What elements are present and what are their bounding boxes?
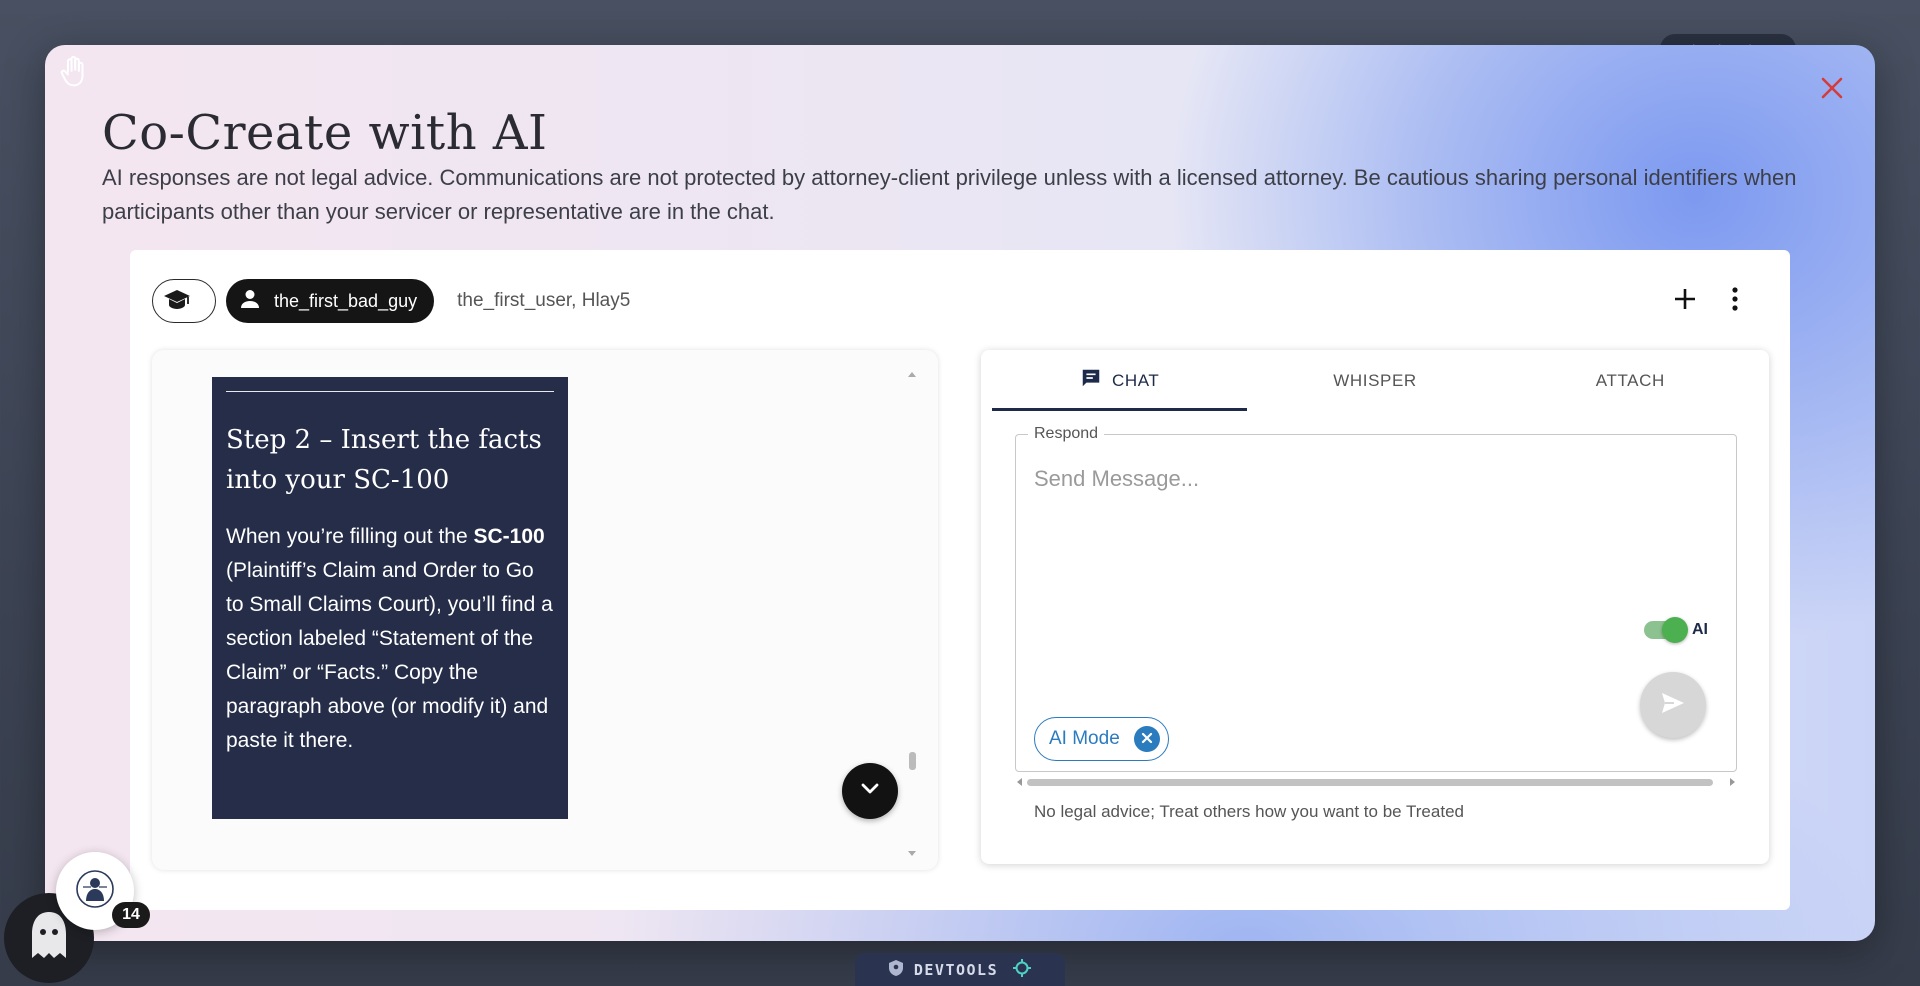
more-vertical-icon bbox=[1731, 286, 1739, 316]
lady-justice-logo-icon bbox=[75, 869, 115, 914]
tab-chat[interactable]: CHAT bbox=[992, 350, 1248, 411]
more-options-button[interactable] bbox=[1720, 286, 1750, 316]
mode-toggle-button[interactable] bbox=[152, 279, 216, 323]
send-button[interactable] bbox=[1640, 672, 1706, 738]
tab-attach-label: ATTACH bbox=[1595, 370, 1665, 390]
user-chip-label: the_first_bad_guy bbox=[274, 290, 418, 311]
co-create-modal: Co-Create with AI AI responses are not l… bbox=[45, 45, 1875, 941]
ai-mode-chip-label: AI Mode bbox=[1049, 728, 1120, 749]
composer-panel: CHAT WHISPER ATTACH Respond AI bbox=[981, 350, 1769, 864]
composer-tabs: CHAT WHISPER ATTACH bbox=[992, 350, 1758, 411]
ai-message-card: Step 2 – Insert the facts into your SC-1… bbox=[212, 377, 568, 819]
participants-list: the_first_user, Hlay5 bbox=[457, 290, 631, 311]
devtools-toggle[interactable]: DEVTOOLS bbox=[855, 953, 1065, 986]
conversation-panel[interactable]: Step 2 – Insert the facts into your SC-1… bbox=[152, 350, 938, 870]
chat-icon bbox=[1080, 367, 1112, 394]
close-button[interactable] bbox=[1815, 73, 1849, 107]
scroll-down-arrow[interactable] bbox=[908, 851, 916, 856]
tab-chat-label: CHAT bbox=[1111, 370, 1160, 390]
devtools-label: DEVTOOLS bbox=[913, 961, 999, 979]
scroll-to-bottom-button[interactable] bbox=[842, 763, 898, 819]
ai-toggle-knob[interactable] bbox=[1662, 617, 1688, 643]
close-icon bbox=[1141, 728, 1153, 750]
message-divider bbox=[226, 391, 554, 392]
horizontal-scrollbar[interactable] bbox=[1015, 775, 1737, 789]
legal-disclaimer: AI responses are not legal advice. Commu… bbox=[102, 165, 1797, 224]
composer-footer-note: No legal advice; Treat others how you wa… bbox=[1034, 802, 1464, 821]
chevron-down-icon bbox=[860, 782, 880, 801]
current-user-chip[interactable]: the_first_bad_guy bbox=[226, 279, 435, 323]
ai-toggle-label: AI bbox=[1692, 621, 1708, 638]
graduation-cap-icon bbox=[163, 287, 191, 316]
chat-toolbar: the_first_bad_guy the_first_user, Hlay5 bbox=[152, 278, 630, 324]
notification-badge: 14 bbox=[112, 902, 150, 928]
tab-attach[interactable]: ATTACH bbox=[1503, 350, 1758, 411]
scroll-left-arrow[interactable] bbox=[1017, 778, 1022, 786]
ai-toggle[interactable]: AI bbox=[1644, 617, 1708, 643]
message-body-text: When you’re filling out the bbox=[226, 525, 474, 548]
horizontal-scrollbar-thumb[interactable] bbox=[1027, 779, 1713, 786]
tab-whisper[interactable]: WHISPER bbox=[1247, 350, 1502, 411]
plus-icon bbox=[1674, 288, 1696, 315]
ai-mode-chip: AI Mode bbox=[1034, 717, 1169, 761]
send-icon bbox=[1660, 691, 1686, 720]
message-body-text-2: (Plaintiff’s Claim and Order to Go to Sm… bbox=[226, 559, 553, 752]
hand-icon[interactable] bbox=[59, 55, 89, 89]
vertical-scrollbar-thumb[interactable] bbox=[909, 752, 916, 770]
message-heading: Step 2 – Insert the facts into your SC-1… bbox=[226, 425, 542, 495]
respond-field[interactable]: Respond AI AI Mode bbox=[1015, 425, 1737, 772]
modal-title: Co-Create with AI bbox=[102, 105, 548, 161]
chat-card: the_first_bad_guy the_first_user, Hlay5 … bbox=[130, 250, 1790, 910]
shield-icon bbox=[888, 959, 904, 981]
ai-toggle-track[interactable] bbox=[1644, 617, 1688, 643]
tab-whisper-label: WHISPER bbox=[1333, 370, 1417, 390]
respond-label: Respond bbox=[1028, 425, 1105, 443]
remove-ai-mode-button[interactable] bbox=[1133, 726, 1160, 752]
crosshair-icon bbox=[1012, 958, 1032, 982]
message-body: When you’re filling out the SC-100 (Plai… bbox=[226, 520, 554, 758]
person-icon bbox=[238, 287, 274, 316]
close-icon bbox=[1821, 77, 1843, 104]
scroll-up-arrow[interactable] bbox=[908, 372, 916, 377]
scroll-right-arrow[interactable] bbox=[1730, 778, 1735, 786]
message-body-bold: SC-100 bbox=[473, 525, 545, 548]
message-input[interactable] bbox=[1034, 459, 1634, 499]
add-button[interactable] bbox=[1670, 286, 1700, 316]
